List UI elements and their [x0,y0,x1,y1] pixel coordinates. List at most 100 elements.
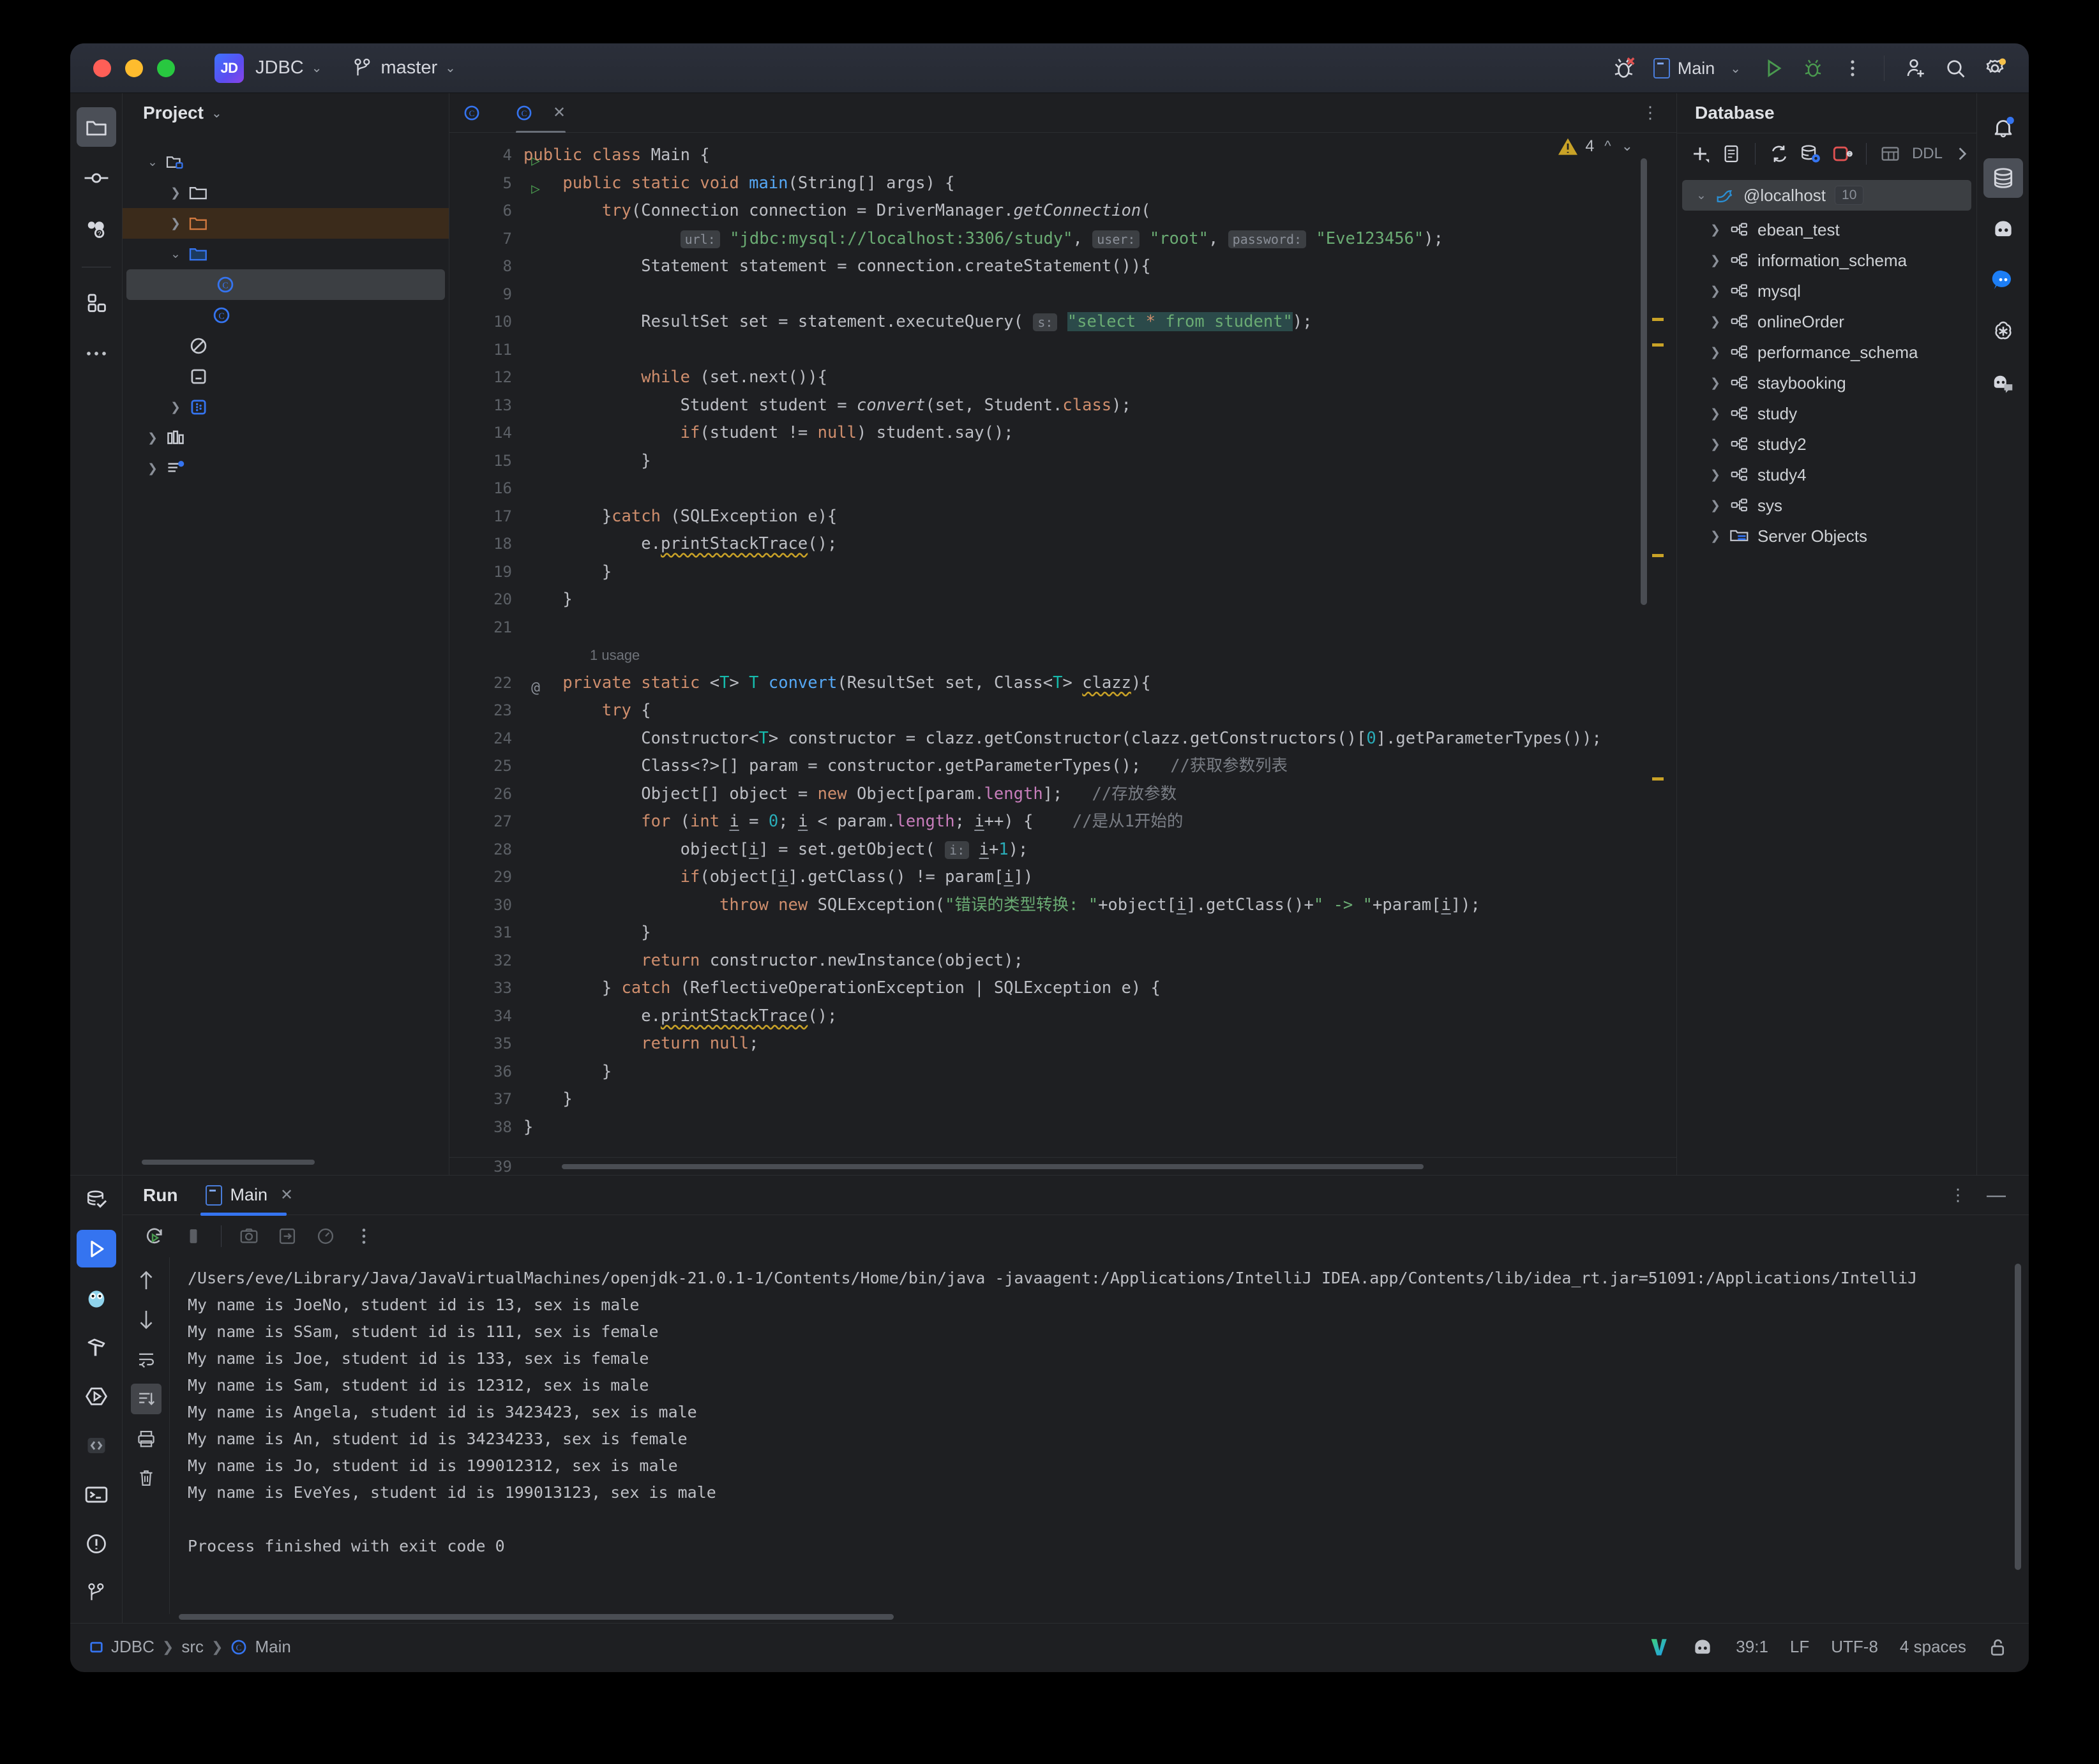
project-horizontal-scrollbar[interactable] [142,1160,430,1166]
code-line-8[interactable]: Statement statement = connection.createS… [523,253,1676,281]
notifications-bell-icon[interactable] [1983,107,2023,147]
gutter-line-13[interactable]: 13 [449,392,523,420]
more-vertical-icon[interactable] [1833,49,1872,88]
project-tree-item-main[interactable]: C [126,269,445,300]
vim-icon[interactable] [1648,1636,1669,1658]
code-line-28[interactable]: object[i] = set.getObject( i: i+1); [523,836,1676,864]
database-tree-item-localhost[interactable]: ⌄ @localhost 10 [1682,180,1971,211]
soft-wrap-icon[interactable] [131,1344,162,1375]
project-tree-item-mysql-connector-j-8-2-0-jar[interactable]: ❯ [123,392,449,422]
chevron-right-icon[interactable]: ❯ [1704,437,1727,452]
code-line-6[interactable]: try(Connection connection = DriverManage… [523,197,1676,225]
project-tree-item-scratches-and-consoles[interactable]: ❯ [123,453,449,484]
code-line-10[interactable]: ResultSet set = statement.executeQuery( … [523,308,1676,336]
debug-icon[interactable] [1793,49,1833,88]
chevron-right-icon[interactable]: ❯ [142,431,163,445]
close-window-button[interactable] [93,59,111,77]
database-tree-item-mysql[interactable]: ❯ mysql [1677,276,1976,306]
code-line-36[interactable]: } [523,1058,1676,1086]
more-vertical-icon[interactable] [347,1219,381,1253]
code-line-17[interactable]: }catch (SQLException e){ [523,503,1676,531]
chevron-down-icon[interactable]: ⌄ [142,155,163,170]
database-tree-item-performance-schema[interactable]: ❯ performance_schema [1677,337,1976,368]
code-line-38[interactable]: } [523,1114,1676,1142]
project-tree-item-gitignore[interactable] [123,331,449,361]
project-tree-item-src[interactable]: ⌄ [123,239,449,269]
inlay-usage-hint[interactable]: 1 usage [590,647,640,663]
lock-open-icon[interactable] [1988,1637,2007,1657]
code-line-19[interactable]: } [523,558,1676,587]
gutter-line-17[interactable]: 17 [449,503,523,531]
run-panel-more-icon[interactable]: ⋮ [1950,1185,1967,1205]
codewithme-people-icon[interactable] [1983,363,2023,402]
plugins-icon[interactable] [77,283,116,322]
gutter-line-10[interactable]: 10 [449,308,523,336]
chevron-right-icon[interactable]: ❯ [142,461,163,476]
chevron-right-icon[interactable]: ❯ [165,186,186,200]
stop-connection-icon[interactable] [1828,137,1856,170]
gutter-line-29[interactable]: 29 [449,863,523,892]
code-line-4[interactable]: public class Main { [523,142,1676,170]
encoding-label[interactable]: UTF-8 [1831,1637,1878,1657]
more-tools-icon[interactable] [77,334,116,373]
code-line-25[interactable]: Class<?>[] param = constructor.getParame… [523,752,1676,781]
console-horizontal-scrollbar[interactable] [170,1614,2029,1623]
stop-icon[interactable] [176,1219,211,1253]
chevron-right-icon[interactable]: ❯ [1704,407,1727,421]
project-tree-item-out[interactable]: ❯ [123,208,449,239]
gutter-line-32[interactable]: 32 [449,947,523,975]
gutter-line-4[interactable]: 4 ▷ [449,142,540,170]
gutter-line-19[interactable]: 19 [449,558,523,587]
rerun-icon[interactable] [138,1219,172,1253]
build-hammer-icon[interactable] [77,1328,116,1366]
gutter-line-6[interactable]: 6 [449,197,523,225]
code-line-32[interactable]: return constructor.newInstance(object); [523,947,1676,975]
gutter-line-37[interactable]: 37 [449,1086,523,1114]
code-line-16[interactable] [523,475,1676,503]
commit-icon[interactable] [77,158,116,198]
add-user-icon[interactable] [1896,49,1936,88]
code-line-5[interactable]: public static void main(String[] args) { [523,170,1676,198]
code-line-9[interactable] [523,281,1676,309]
breadcrumb-item-0[interactable]: JDBC [111,1637,154,1657]
gutter-line-22[interactable]: 22 @ [449,669,540,698]
gutter-line-9[interactable]: 9 [449,281,523,309]
code-line-27[interactable]: for (int i = 0; i < param.length; i++) {… [523,808,1676,836]
chevron-right-icon[interactable]: ❯ [1704,223,1727,237]
chevron-right-icon[interactable]: ❯ [165,216,186,231]
table-icon[interactable] [1877,137,1904,170]
database-tree-item-study2[interactable]: ❯ study2 [1677,429,1976,460]
gutter-line-14[interactable]: 14 [449,419,523,447]
console-vertical-scrollbar[interactable] [2015,1264,2021,1570]
database-tree-item-study[interactable]: ❯ study [1677,398,1976,429]
code-line-21[interactable] [523,614,1676,642]
terminal-icon[interactable] [77,1476,116,1513]
down-arrow-icon[interactable] [131,1304,162,1335]
chevron-right-icon[interactable]: ❯ [1704,376,1727,391]
gutter-line-30[interactable]: 30 [449,892,523,920]
code-line-22[interactable]: private static <T> T convert(ResultSet s… [523,669,1676,698]
code-line-26[interactable]: Object[] object = new Object[param.lengt… [523,781,1676,809]
gutter-line-5[interactable]: 5 ▷ [449,170,540,198]
chevron-right-icon[interactable]: ❯ [1704,345,1727,360]
project-tree-item-jdbc[interactable]: ⌄ [123,147,449,177]
minimize-window-button[interactable] [125,59,143,77]
breadcrumb-item-1[interactable]: src [181,1637,204,1657]
scroll-to-end-icon[interactable] [130,1384,162,1414]
ai-assistant-icon[interactable] [1983,209,2023,249]
code-line-7[interactable]: url: "jdbc:mysql://localhost:3306/study"… [523,225,1676,253]
run-panel-icon[interactable] [76,1230,116,1267]
database-tree-item-information-schema[interactable]: ❯ information_schema [1677,245,1976,276]
previous-problem-icon[interactable]: ^ [1604,138,1611,154]
gutter-line-28[interactable]: 28 [449,836,523,864]
add-icon[interactable] [1686,137,1713,170]
editor-tab-student-java[interactable]: C [449,93,502,133]
editor-tabs-more-icon[interactable]: ⋮ [1642,103,1660,123]
project-tree-item-student[interactable]: C [123,300,449,331]
run-icon[interactable] [1754,49,1793,88]
indent-label[interactable]: 4 spaces [1900,1637,1966,1657]
gutter-line-20[interactable]: 20 [449,586,523,614]
problems-icon[interactable] [77,1525,116,1562]
openai-icon[interactable] [1983,311,2023,351]
next-problem-icon[interactable]: ⌄ [1621,138,1633,154]
